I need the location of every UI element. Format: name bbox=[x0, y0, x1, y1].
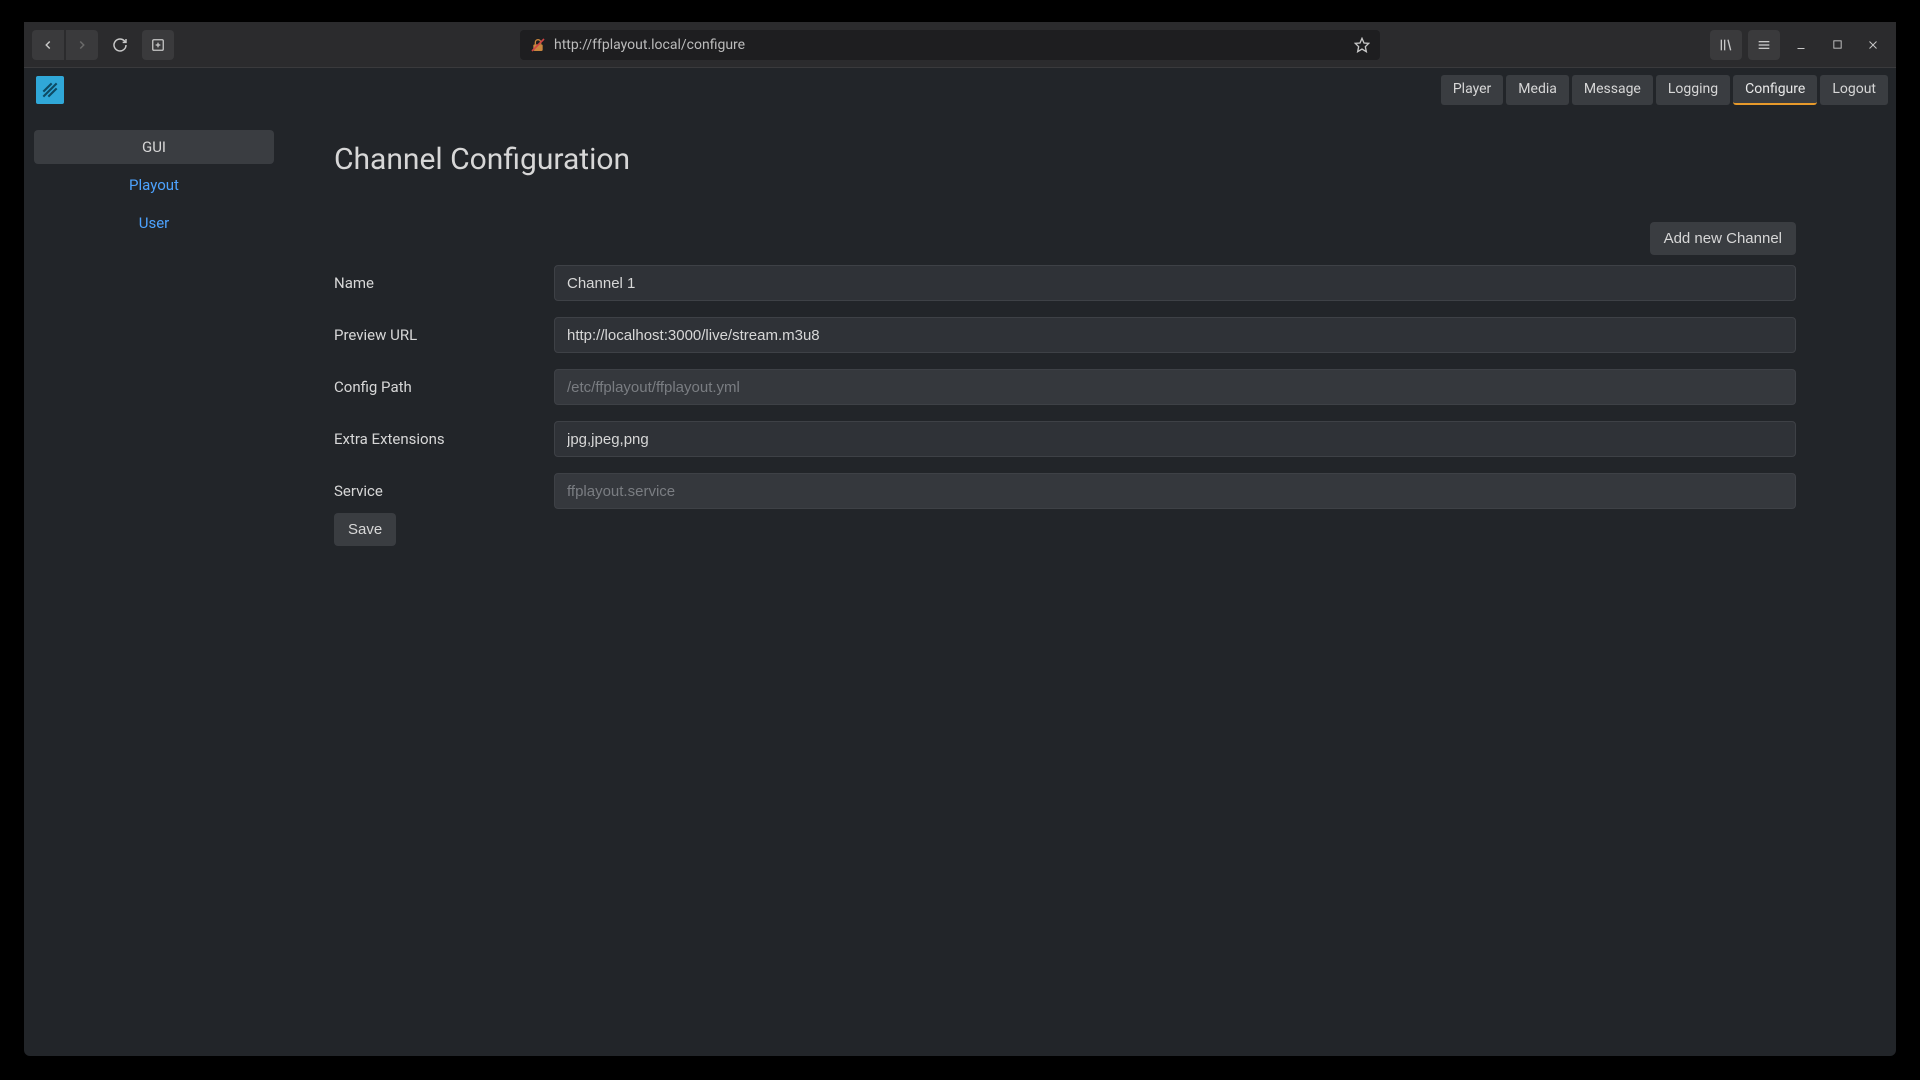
library-button[interactable] bbox=[1710, 30, 1742, 60]
sidebar-item-user[interactable]: User bbox=[34, 206, 274, 240]
form-input-service bbox=[554, 473, 1796, 509]
app-logo[interactable] bbox=[36, 76, 64, 104]
browser-reload-button[interactable] bbox=[104, 30, 136, 60]
form-input-config-path bbox=[554, 369, 1796, 405]
save-button[interactable]: Save bbox=[334, 513, 396, 546]
browser-forward-button[interactable] bbox=[66, 30, 98, 60]
browser-urlbar[interactable]: http://ffplayout.local/configure bbox=[520, 30, 1380, 60]
form-input-preview-url[interactable] bbox=[554, 317, 1796, 353]
config-sidebar: GUI Playout User bbox=[24, 112, 284, 1056]
nav-item-logout[interactable]: Logout bbox=[1820, 75, 1888, 105]
nav-item-media[interactable]: Media bbox=[1506, 75, 1569, 105]
sidebar-item-gui[interactable]: GUI bbox=[34, 130, 274, 164]
browser-url-text: http://ffplayout.local/configure bbox=[554, 37, 1346, 53]
nav-item-logging[interactable]: Logging bbox=[1656, 75, 1730, 105]
browser-back-button[interactable] bbox=[32, 30, 64, 60]
window-maximize-button[interactable] bbox=[1822, 30, 1852, 60]
window-close-button[interactable] bbox=[1858, 30, 1888, 60]
browser-newtab-button[interactable] bbox=[142, 30, 174, 60]
window-minimize-button[interactable] bbox=[1786, 30, 1816, 60]
browser-toolbar: http://ffplayout.local/configure bbox=[24, 22, 1896, 68]
sidebar-item-playout[interactable]: Playout bbox=[34, 168, 274, 202]
form-label: Service bbox=[334, 482, 554, 500]
nav-item-message[interactable]: Message bbox=[1572, 75, 1653, 105]
form-input-name[interactable] bbox=[554, 265, 1796, 301]
form-label: Config Path bbox=[334, 378, 554, 396]
form-label: Preview URL bbox=[334, 326, 554, 344]
form-input-extra-extensions[interactable] bbox=[554, 421, 1796, 457]
app-menu-button[interactable] bbox=[1748, 30, 1780, 60]
bookmark-star-icon[interactable] bbox=[1354, 37, 1370, 53]
nav-item-configure[interactable]: Configure bbox=[1733, 75, 1817, 105]
form-label: Extra Extensions bbox=[334, 430, 554, 448]
nav-item-player[interactable]: Player bbox=[1441, 75, 1503, 105]
insecure-lock-icon bbox=[530, 37, 546, 53]
add-channel-button[interactable]: Add new Channel bbox=[1650, 222, 1796, 255]
form-label: Name bbox=[334, 274, 554, 292]
page-title: Channel Configuration bbox=[334, 142, 1856, 177]
app-topnav: PlayerMediaMessageLoggingConfigureLogout bbox=[24, 68, 1896, 112]
